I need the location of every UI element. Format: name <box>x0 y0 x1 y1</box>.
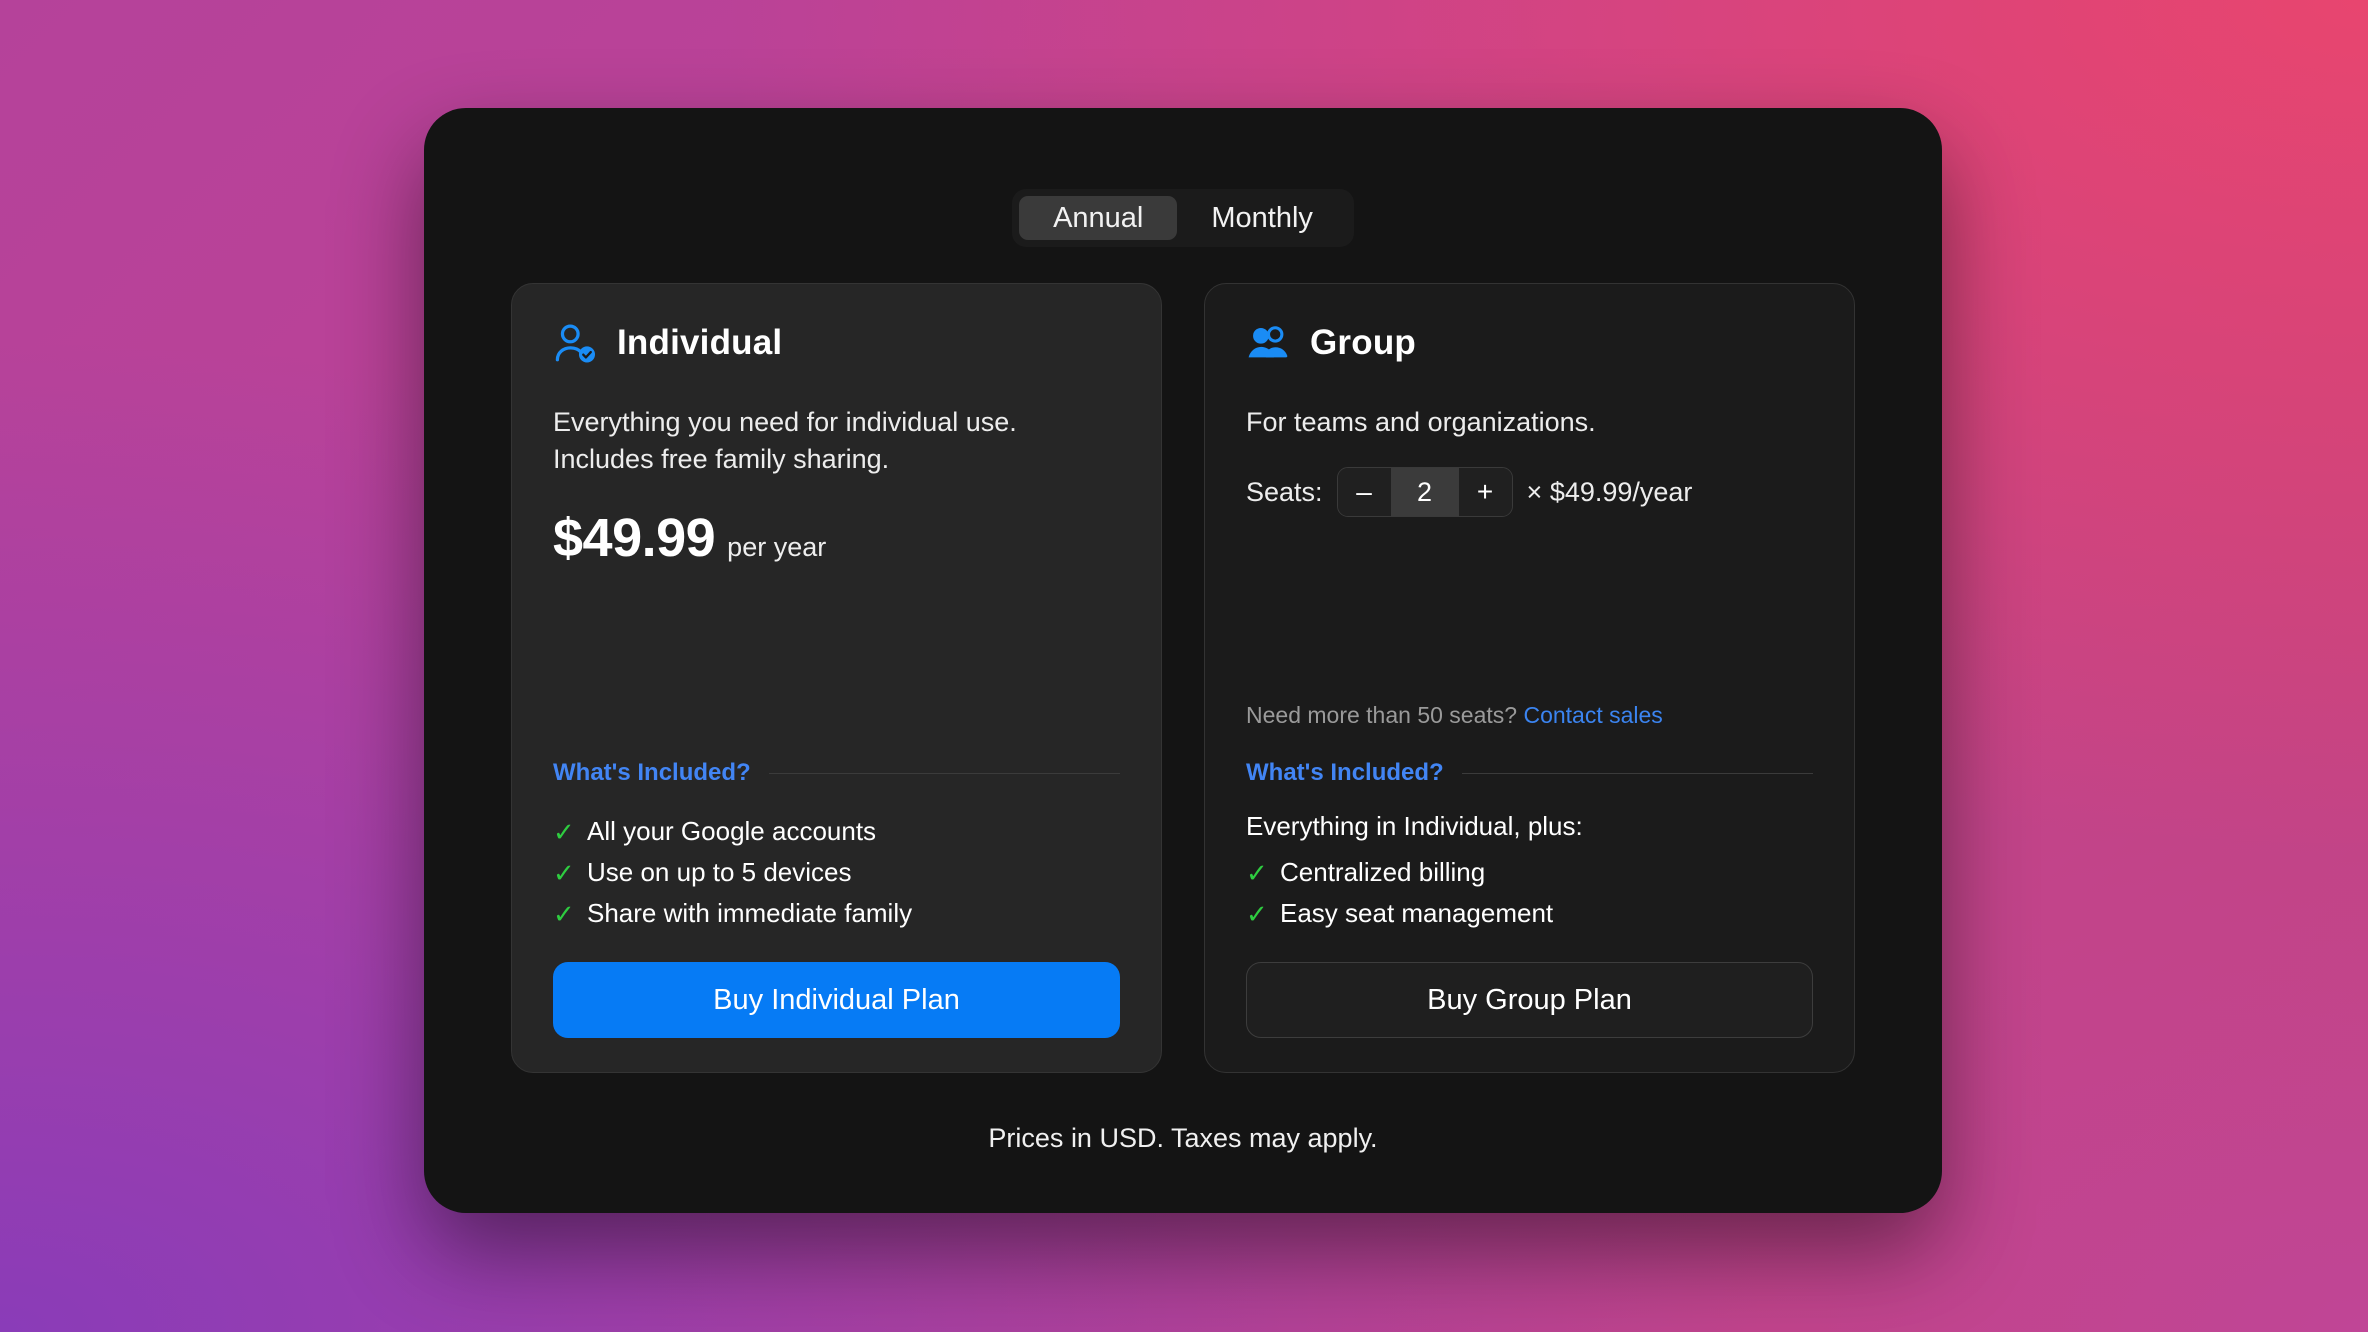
check-icon: ✓ <box>1246 857 1268 888</box>
seats-selector-row: Seats: – 2 + × $49.99/year <box>1246 467 1813 518</box>
seats-label: Seats: <box>1246 476 1323 507</box>
people-icon <box>1246 322 1292 364</box>
individual-plan-title: Individual <box>617 323 783 362</box>
increment-seats-button[interactable]: + <box>1458 468 1512 517</box>
pricing-modal: Annual Monthly Individual Everything you… <box>424 108 1942 1213</box>
check-icon: ✓ <box>1246 898 1268 929</box>
individual-card-header: Individual <box>553 322 1120 364</box>
list-item: ✓ Use on up to 5 devices <box>553 852 1120 893</box>
feature-label: Centralized billing <box>1280 857 1486 887</box>
group-plan-description: For teams and organizations. <box>1246 407 1596 437</box>
seats-value-field[interactable]: 2 <box>1390 468 1459 517</box>
group-card-header: Group <box>1246 322 1813 364</box>
plan-card-individual: Individual Everything you need for indiv… <box>511 283 1162 1073</box>
feature-label: Use on up to 5 devices <box>587 857 852 887</box>
group-card-spacer <box>1246 517 1813 674</box>
individual-included-header: What's Included? <box>553 759 1120 787</box>
billing-period-segmented-control[interactable]: Annual Monthly <box>1012 189 1354 247</box>
contact-sales-row: Need more than 50 seats? Contact sales <box>1246 674 1813 729</box>
divider-rule <box>768 772 1120 774</box>
contact-sales-link[interactable]: Contact sales <box>1523 702 1662 728</box>
individual-plan-description: Everything you need for individual use. … <box>553 407 1017 475</box>
individual-card-spacer <box>553 569 1120 730</box>
buy-individual-plan-button[interactable]: Buy Individual Plan <box>553 962 1120 1038</box>
person-check-icon <box>553 322 599 364</box>
individual-included-title: What's Included? <box>553 759 751 786</box>
group-plan-title: Group <box>1310 323 1416 362</box>
group-included-header: What's Included? <box>1246 759 1813 787</box>
tab-annual[interactable]: Annual <box>1019 196 1178 240</box>
quantity-stepper[interactable]: – 2 + <box>1336 467 1513 518</box>
check-icon: ✓ <box>553 816 575 847</box>
feature-label: Share with immediate family <box>587 898 913 928</box>
check-icon: ✓ <box>553 857 575 888</box>
check-icon: ✓ <box>553 898 575 929</box>
feature-label: All your Google accounts <box>587 816 877 846</box>
pricing-footer-note: Prices in USD. Taxes may apply. <box>988 1123 1378 1153</box>
group-included-title: What's Included? <box>1246 759 1444 786</box>
decrement-seats-button[interactable]: – <box>1337 468 1391 517</box>
divider-rule <box>1461 772 1813 774</box>
seats-unit-price: × $49.99/year <box>1526 476 1693 507</box>
list-item: ✓ All your Google accounts <box>553 811 1120 852</box>
individual-price-amount: $49.99 <box>553 507 716 568</box>
list-item: ✓ Share with immediate family <box>553 893 1120 934</box>
individual-price-row: $49.99 per year <box>553 507 1120 569</box>
plan-card-group: Group For teams and organizations. Seats… <box>1204 283 1855 1073</box>
contact-sales-prompt: Need more than 50 seats? <box>1246 702 1518 728</box>
list-item: ✓ Easy seat management <box>1246 893 1813 934</box>
plan-cards-row: Individual Everything you need for indiv… <box>511 283 1855 1073</box>
list-item: ✓ Centralized billing <box>1246 852 1813 893</box>
billing-toggle-container: Annual Monthly <box>424 189 1942 247</box>
group-features-lead: Everything in Individual, plus: <box>1246 811 1583 841</box>
individual-price-period: per year <box>727 531 827 562</box>
feature-label: Easy seat management <box>1280 898 1554 928</box>
tab-monthly[interactable]: Monthly <box>1177 196 1347 240</box>
buy-group-plan-button[interactable]: Buy Group Plan <box>1246 962 1813 1038</box>
